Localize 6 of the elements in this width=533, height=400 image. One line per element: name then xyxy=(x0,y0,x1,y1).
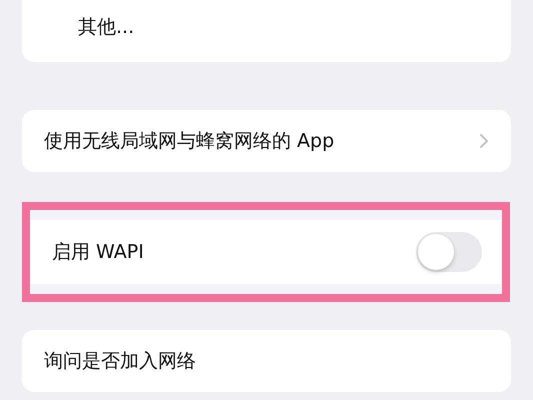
toggle-switch[interactable] xyxy=(416,232,482,272)
row-label: 使用无线局域网与蜂窝网络的 App xyxy=(44,129,336,154)
row-label[interactable]: 其他... xyxy=(78,14,489,40)
row-label[interactable]: 询问是否加入网络 xyxy=(44,348,489,374)
row-label: 启用 WAPI xyxy=(52,240,145,265)
chevron-icon xyxy=(479,133,489,149)
